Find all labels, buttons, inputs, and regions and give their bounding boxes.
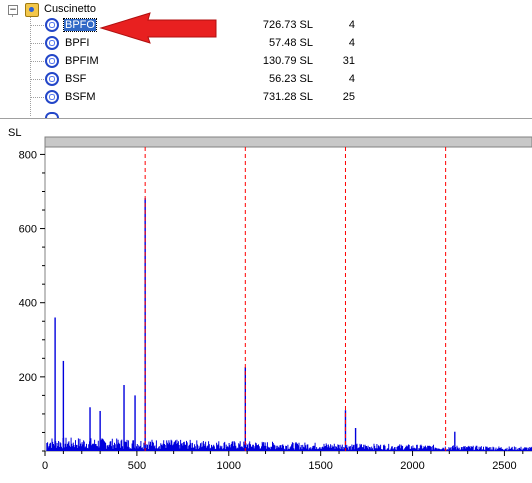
x-scrollbar	[44, 136, 532, 148]
bearing-tree-panel: − Cuscinetto BPFO 726.73 SL 4 BPFI 57.48 SL 4…	[0, 0, 532, 119]
row-value: 57.48 SL	[268, 37, 313, 49]
y-tick-label: 800	[19, 149, 37, 161]
row-label[interactable]: BSFM	[64, 91, 97, 103]
row-count: 25	[342, 91, 355, 103]
y-tick-label: 400	[19, 298, 37, 310]
row-label[interactable]: BPFO	[63, 18, 97, 32]
row-label[interactable]: BPFI	[64, 37, 90, 49]
row-label[interactable]: BPFIM	[64, 55, 100, 67]
bearing-icon	[45, 72, 59, 86]
bearing-icon	[45, 90, 59, 104]
x-tick-label: 2000	[400, 460, 424, 472]
y-tick-label: 600	[19, 224, 37, 236]
tree-connector	[30, 43, 44, 44]
row-count: 4	[348, 37, 355, 49]
x-tick-label: 500	[128, 460, 146, 472]
bearing-icon	[45, 112, 59, 118]
row-count: 4	[348, 73, 355, 85]
tree-connector	[30, 79, 44, 80]
y-tick-label: 200	[19, 372, 37, 384]
tree-connector	[30, 25, 44, 26]
row-value: 130.79 SL	[262, 55, 313, 67]
x-tick-label: 2500	[492, 460, 516, 472]
tree-connector	[30, 61, 44, 62]
tree-row-bpfim[interactable]: BPFIM 130.79 SL 31	[0, 53, 532, 71]
row-value: 56.23 SL	[268, 73, 313, 85]
tree-row-bpfo[interactable]: BPFO 726.73 SL 4	[0, 17, 532, 35]
row-value: 726.73 SL	[262, 19, 313, 31]
bearing-icon	[45, 36, 59, 50]
row-label[interactable]: BSF	[64, 73, 87, 85]
spectrum-noise-series	[46, 437, 532, 451]
tree-row-bpfi[interactable]: BPFI 57.48 SL 4	[0, 35, 532, 53]
row-count: 4	[348, 19, 355, 31]
tree-root-label[interactable]: Cuscinetto	[44, 3, 96, 15]
tree-connector	[30, 97, 44, 98]
x-tick-label: 1500	[308, 460, 332, 472]
bearing-icon	[45, 18, 59, 32]
x-tick-label: 0	[42, 460, 48, 472]
row-count: 31	[342, 55, 355, 67]
bearing-group-icon	[25, 3, 39, 17]
tree-row-bsf[interactable]: BSF 56.23 SL 4	[0, 71, 532, 89]
x-tick-label: 1000	[217, 460, 241, 472]
spectrum-chart: SL 200 400 600 800 0 500 1000 1500 2000 2500	[0, 125, 532, 483]
row-value: 731.28 SL	[262, 91, 313, 103]
collapse-toggle[interactable]: −	[8, 5, 18, 15]
spectrum-plot: 200 400 600 800 0 500 1000 1500 2000 2500	[19, 136, 532, 472]
bearing-icon	[45, 54, 59, 68]
tree-row-bsfm[interactable]: BSFM 731.28 SL 25	[0, 89, 532, 107]
